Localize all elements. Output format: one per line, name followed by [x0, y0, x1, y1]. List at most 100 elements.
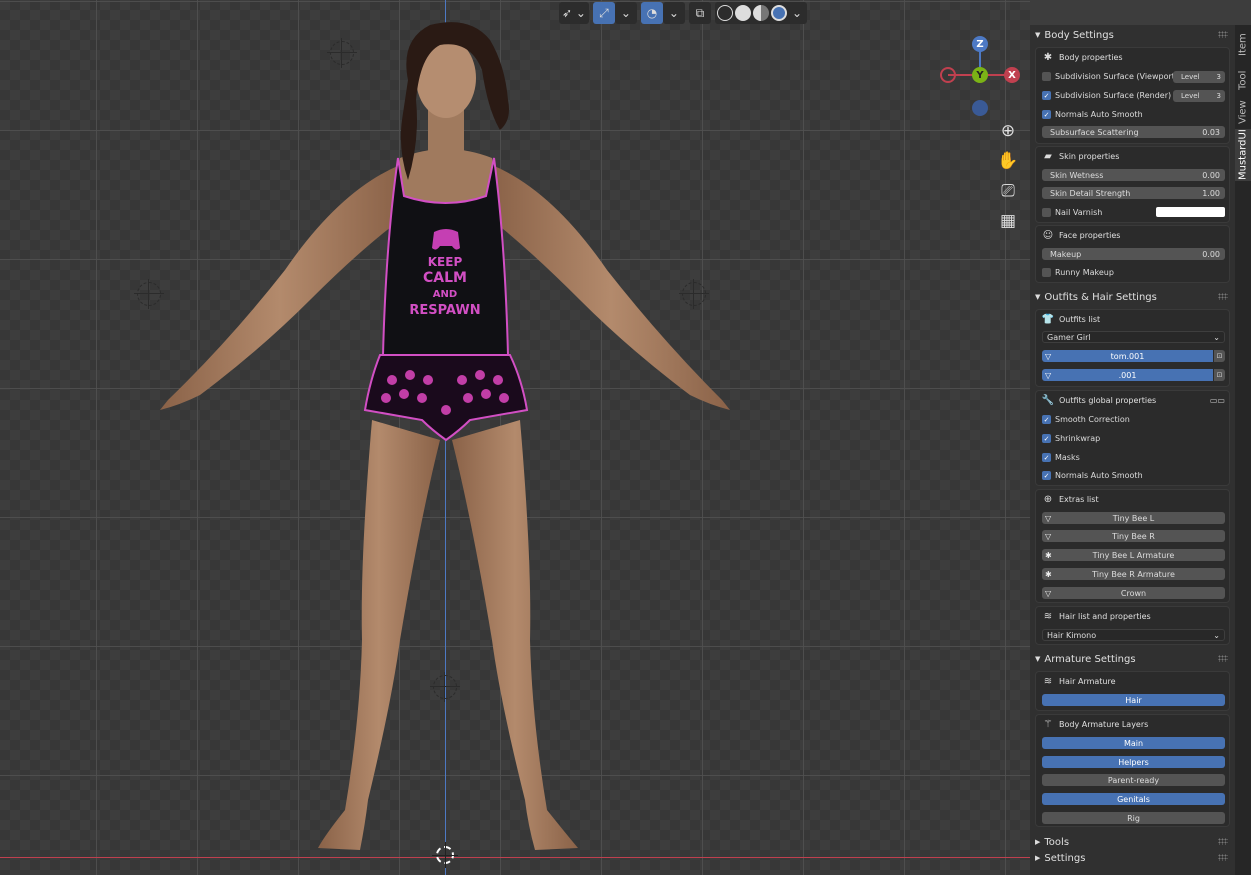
- extra-item-button[interactable]: ✱ Tiny Bee R Armature: [1042, 568, 1225, 580]
- cursor-select-icon[interactable]: ➶ ⌄: [559, 2, 589, 24]
- grid-ortho-icon[interactable]: ▦: [995, 208, 1021, 234]
- runny-makeup-row[interactable]: Runny Makeup: [1042, 265, 1225, 280]
- outfit-dropdown[interactable]: Gamer Girl ⌄: [1042, 331, 1225, 343]
- masks-row[interactable]: ✓ Masks: [1042, 450, 1225, 465]
- gizmo-x[interactable]: X: [1004, 67, 1020, 83]
- extra-item-button[interactable]: ▽ Crown: [1042, 587, 1225, 599]
- gizmo-neg-x[interactable]: [940, 67, 956, 83]
- extra-item-button[interactable]: ▽ Tiny Bee R: [1042, 530, 1225, 542]
- smooth-correction-row[interactable]: ✓ Smooth Correction: [1042, 412, 1225, 427]
- hair-dropdown[interactable]: Hair Kimono ⌄: [1042, 629, 1225, 641]
- mesh-icon: ▽: [1045, 531, 1052, 541]
- outfit-item-row[interactable]: ▽ .001 ⊡: [1042, 369, 1225, 381]
- gizmo-z[interactable]: Z: [972, 36, 988, 52]
- tab-view[interactable]: View: [1235, 97, 1251, 127]
- checkbox[interactable]: ✓: [1042, 91, 1051, 100]
- makeup-slider[interactable]: Makeup 0.00: [1042, 248, 1225, 260]
- checkbox[interactable]: [1042, 268, 1051, 277]
- hair-list-box: ≋ Hair list and properties Hair Kimono ⌄: [1035, 606, 1230, 645]
- subsurface-scattering-slider[interactable]: Subsurface Scattering 0.03: [1042, 126, 1225, 138]
- extra-item-button[interactable]: ▽ Tiny Bee L: [1042, 512, 1225, 524]
- armature-settings-header[interactable]: ▼ Armature Settings: [1032, 650, 1232, 668]
- drag-handle-icon[interactable]: [1218, 293, 1228, 300]
- skin-wetness-slider[interactable]: Skin Wetness 0.00: [1042, 169, 1225, 181]
- layer-rig-button[interactable]: Rig: [1042, 812, 1225, 824]
- skin-detail-slider[interactable]: Skin Detail Strength 1.00: [1042, 187, 1225, 199]
- wrench-icon: 🔧: [1041, 395, 1055, 406]
- button-label: Hair: [1125, 695, 1142, 705]
- subdiv-viewport-level[interactable]: Level 3: [1173, 71, 1225, 83]
- tab-tool[interactable]: Tool: [1235, 65, 1251, 95]
- tab-item[interactable]: Item: [1235, 27, 1251, 63]
- hair-armature-button[interactable]: Hair: [1042, 694, 1225, 706]
- hand-pan-icon[interactable]: ✋: [995, 148, 1021, 174]
- gizmo-neg-z[interactable]: [972, 100, 988, 116]
- transform-gizmo-icon[interactable]: ⤢: [592, 2, 615, 24]
- slider-value: 0.00: [1202, 170, 1220, 180]
- chevron-down-icon[interactable]: ⌄: [662, 2, 685, 24]
- monitor-icon[interactable]: ▭▭: [1210, 396, 1225, 405]
- checkbox[interactable]: ✓: [1042, 434, 1051, 443]
- checkbox[interactable]: [1042, 208, 1051, 217]
- slider-value: 0.00: [1202, 249, 1220, 259]
- solid-shading-icon[interactable]: [734, 5, 751, 21]
- checkbox-label: Shrinkwrap: [1055, 434, 1101, 443]
- 3d-cursor[interactable]: [432, 842, 458, 868]
- drag-handle-icon[interactable]: [1218, 655, 1228, 662]
- shrinkwrap-row[interactable]: ✓ Shrinkwrap: [1042, 431, 1225, 446]
- layer-genitals-button[interactable]: Genitals: [1042, 793, 1225, 805]
- lock-icon[interactable]: ⊡: [1214, 369, 1225, 381]
- slider-label: Makeup: [1050, 249, 1082, 259]
- normals-auto-smooth-row[interactable]: ✓ Normals Auto Smooth: [1042, 107, 1225, 122]
- layer-helpers-button[interactable]: Helpers: [1042, 756, 1225, 768]
- wireframe-shading-icon[interactable]: [716, 5, 733, 21]
- overlay-icon[interactable]: ◔: [640, 2, 663, 24]
- checkbox[interactable]: ✓: [1042, 110, 1051, 119]
- tab-mustardui[interactable]: MustardUI: [1235, 129, 1251, 181]
- outfits-hair-header[interactable]: ▼ Outfits & Hair Settings: [1032, 288, 1232, 306]
- xray-icon[interactable]: ⧉: [688, 2, 711, 24]
- character-model[interactable]: [150, 14, 740, 859]
- checkbox[interactable]: ✓: [1042, 471, 1051, 480]
- body-settings-header[interactable]: ▼ Body Settings: [1032, 26, 1232, 44]
- checkbox-label: Smooth Correction: [1055, 415, 1130, 424]
- lock-icon[interactable]: ⊡: [1214, 350, 1225, 362]
- level-label: Level: [1181, 92, 1200, 100]
- checkbox-label: Nail Varnish: [1055, 208, 1103, 217]
- nail-color-swatch[interactable]: [1156, 207, 1225, 217]
- button-label: Main: [1123, 738, 1144, 748]
- outfit-normals-row[interactable]: ✓ Normals Auto Smooth: [1042, 468, 1225, 483]
- box-title: Extras list: [1059, 495, 1099, 504]
- gizmo-y[interactable]: Y: [972, 67, 988, 83]
- viewport-header: ➶ ⌄ ⤢ ⌄ ◔ ⌄ ⧉ ⌄: [559, 2, 807, 24]
- 3d-viewport[interactable]: KEEP CALM AND RESPAWN ➶ ⌄ ⤢ ⌄ ◔ ⌄ ⧉ ⌄ Z …: [0, 0, 1030, 875]
- item-label: .001: [1118, 370, 1137, 380]
- checkbox[interactable]: ✓: [1042, 453, 1051, 462]
- layer-parent-ready-button[interactable]: Parent-ready: [1042, 774, 1225, 786]
- outfit-item-button[interactable]: ▽ .001: [1042, 369, 1213, 381]
- button-label: Rig: [1127, 813, 1140, 823]
- outfit-item-button[interactable]: ▽ tom .001: [1042, 350, 1213, 362]
- navigation-gizmo[interactable]: Z Y X: [936, 30, 1026, 120]
- extra-item-button[interactable]: ✱ Tiny Bee L Armature: [1042, 549, 1225, 561]
- zoom-icon[interactable]: ⊕: [995, 118, 1021, 144]
- expand-triangle-icon: ▼: [1035, 293, 1041, 301]
- rendered-shading-icon[interactable]: [770, 5, 787, 21]
- drag-handle-icon[interactable]: [1218, 838, 1228, 845]
- chevron-down-icon[interactable]: ⌄: [614, 2, 637, 24]
- checkbox[interactable]: ✓: [1042, 415, 1051, 424]
- checkbox[interactable]: [1042, 72, 1051, 81]
- skin-properties-box: ▰ Skin properties Skin Wetness 0.00 Skin D…: [1035, 146, 1230, 223]
- outfit-item-row[interactable]: ▽ tom .001 ⊡: [1042, 350, 1225, 362]
- drag-handle-icon[interactable]: [1218, 31, 1228, 38]
- box-title: Skin properties: [1059, 152, 1120, 161]
- camera-icon[interactable]: ⎚: [995, 178, 1021, 204]
- button-label: Parent-ready: [1107, 775, 1160, 785]
- settings-header[interactable]: ▶ Settings: [1032, 849, 1232, 867]
- drag-handle-icon[interactable]: [1218, 854, 1228, 861]
- material-preview-icon[interactable]: [752, 5, 769, 21]
- expand-triangle-icon: ▼: [1035, 31, 1041, 39]
- chevron-down-icon[interactable]: ⌄: [788, 4, 805, 22]
- layer-main-button[interactable]: Main: [1042, 737, 1225, 749]
- subdiv-render-level[interactable]: Level 3: [1173, 90, 1225, 102]
